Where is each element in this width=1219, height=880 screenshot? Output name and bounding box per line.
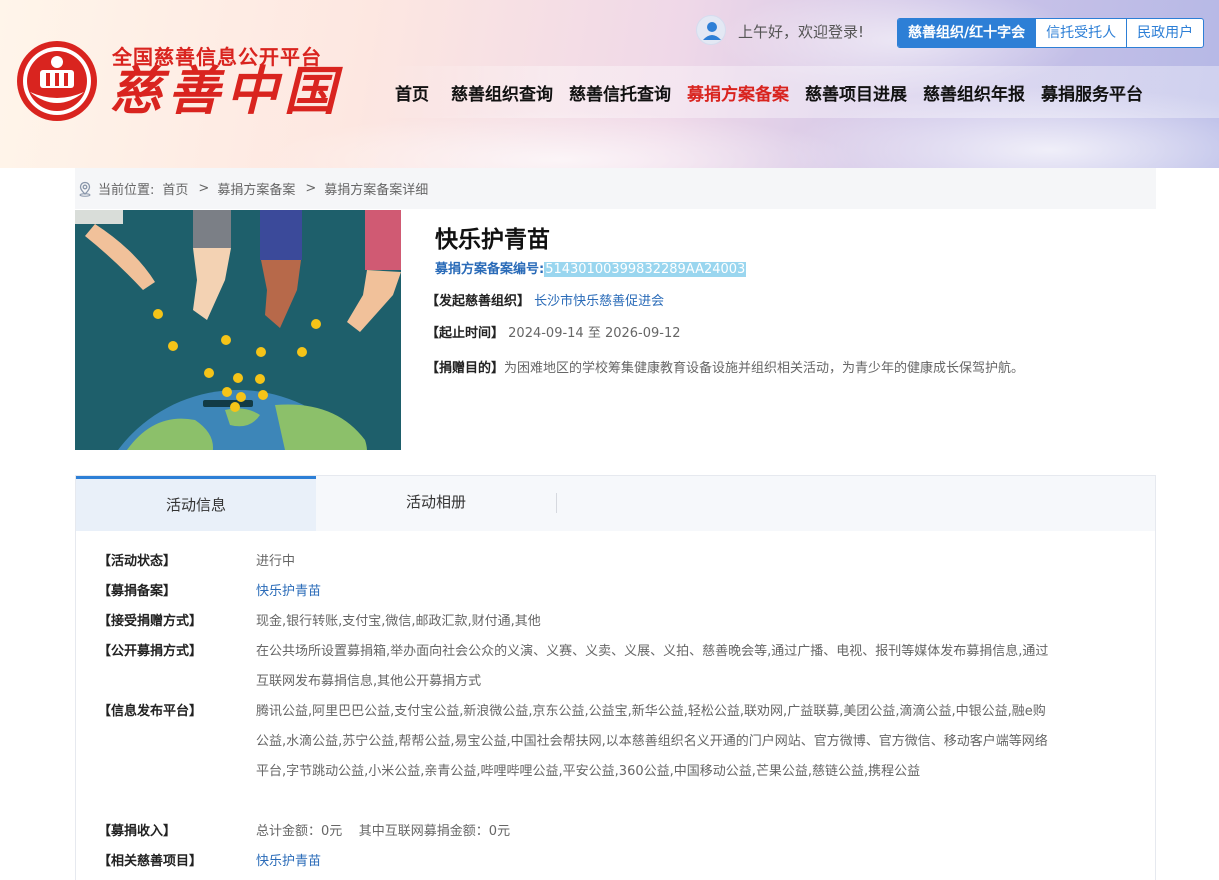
site-header: 全国慈善信息公开平台 慈善中国 上午好，欢迎登录! 慈善组织/红十字会 信托受托…: [0, 0, 1219, 168]
user-avatar[interactable]: [696, 15, 726, 45]
breadcrumb-filing[interactable]: 募捐方案备案: [217, 179, 295, 198]
breadcrumb-separator: >: [198, 181, 210, 196]
project-cover-image: [75, 210, 401, 450]
detail-label: 【募捐备案】: [98, 584, 177, 599]
detail-label: 【活动状态】: [98, 554, 177, 569]
main-nav: 首页 慈善组织查询 慈善信托查询 募捐方案备案 慈善项目进展 慈善组织年报 募捐…: [380, 66, 1219, 118]
detail-label: 【募捐收入】: [98, 824, 177, 839]
detail-value: 现金,银行转账,支付宝,微信,邮政汇款,财付通,其他: [256, 614, 541, 629]
nav-item-fundraising-filing[interactable]: 募捐方案备案: [687, 80, 789, 105]
detail-label: 【相关慈善项目】: [98, 854, 203, 869]
breadcrumb-home[interactable]: 首页: [162, 179, 188, 198]
tab-activity-info[interactable]: 活动信息: [76, 476, 316, 532]
time-value: 2024-09-14 至 2026-09-12: [508, 326, 681, 341]
detail-label: 【信息发布平台】: [98, 704, 203, 719]
detail-value: 总计金额：0元 其中互联网募捐金额：0元: [256, 824, 511, 839]
nav-item-home[interactable]: 首页: [395, 80, 429, 105]
greeting-text: 上午好，欢迎登录!: [738, 23, 865, 41]
filing-number-label: 募捐方案备案编号:: [435, 262, 545, 277]
org-info: 【发起慈善组织】 长沙市快乐慈善促进会: [426, 290, 664, 309]
purpose-value: 为困难地区的学校筹集健康教育设备设施并组织相关活动，为青少年的健康成长保驾护航。: [504, 361, 1025, 376]
purpose-label: 【捐赠目的】: [426, 361, 505, 376]
time-label: 【起止时间】: [426, 326, 505, 341]
breadcrumb-separator: >: [305, 181, 317, 196]
breadcrumb: 当前位置: 首页 > 募捐方案备案 > 募捐方案备案详细: [75, 168, 1156, 209]
detail-label: 【公开募捐方式】: [98, 644, 203, 659]
org-link[interactable]: 长沙市快乐慈善促进会: [534, 294, 664, 309]
nav-item-trust-query[interactable]: 慈善信托查询: [569, 80, 671, 105]
project-title: 快乐护青苗: [435, 227, 550, 253]
breadcrumb-prefix: 当前位置:: [98, 183, 155, 198]
login-type-tabs: 慈善组织/红十字会 信托受托人 民政用户: [897, 18, 1205, 48]
login-tab-trustee[interactable]: 信托受托人: [1035, 19, 1126, 47]
detail-tabs: 活动信息 活动相册: [75, 475, 1156, 532]
brand-title[interactable]: 慈善中国: [110, 62, 342, 122]
location-pin-icon: [79, 181, 91, 197]
activity-details: 【活动状态】 进行中 【募捐备案】 快乐护青苗 【接受捐赠方式】 现金,银行转账…: [75, 531, 1156, 880]
detail-value: 在公共场所设置募捐箱,举办面向社会公众的义演、义赛、义卖、义展、义拍、慈善晚会等…: [256, 644, 1049, 689]
login-tab-civil-affairs[interactable]: 民政用户: [1126, 19, 1203, 47]
detail-value: 进行中: [256, 554, 296, 569]
tab-activity-album[interactable]: 活动相册: [316, 476, 556, 532]
org-label: 【发起慈善组织】: [426, 294, 531, 309]
time-info: 【起止时间】 2024-09-14 至 2026-09-12: [426, 322, 681, 341]
filing-number-value[interactable]: 51430100399832289AA24003: [544, 262, 747, 277]
nav-item-fundraising-platform[interactable]: 募捐服务平台: [1041, 80, 1143, 105]
detail-label: 【接受捐赠方式】: [98, 614, 203, 629]
purpose-info: 【捐赠目的】为困难地区的学校筹集健康教育设备设施并组织相关活动，为青少年的健康成…: [426, 357, 1024, 376]
login-tab-charity-org[interactable]: 慈善组织/红十字会: [898, 19, 1036, 47]
tab-divider: [556, 493, 557, 513]
charity-logo-icon[interactable]: [16, 40, 98, 122]
nav-item-org-query[interactable]: 慈善组织查询: [451, 80, 553, 105]
nav-item-annual-report[interactable]: 慈善组织年报: [923, 80, 1025, 105]
detail-value-link[interactable]: 快乐护青苗: [256, 577, 1056, 607]
filing-number: 募捐方案备案编号:51430100399832289AA24003: [435, 258, 747, 277]
nav-item-project-progress[interactable]: 慈善项目进展: [805, 80, 907, 105]
detail-value: 腾讯公益,阿里巴巴公益,支付宝公益,新浪微公益,京东公益,公益宝,新华公益,轻松…: [256, 704, 1048, 779]
detail-value-link[interactable]: 快乐护青苗: [256, 847, 1056, 877]
breadcrumb-current: 募捐方案备案详细: [324, 183, 429, 198]
user-icon: [703, 22, 721, 40]
